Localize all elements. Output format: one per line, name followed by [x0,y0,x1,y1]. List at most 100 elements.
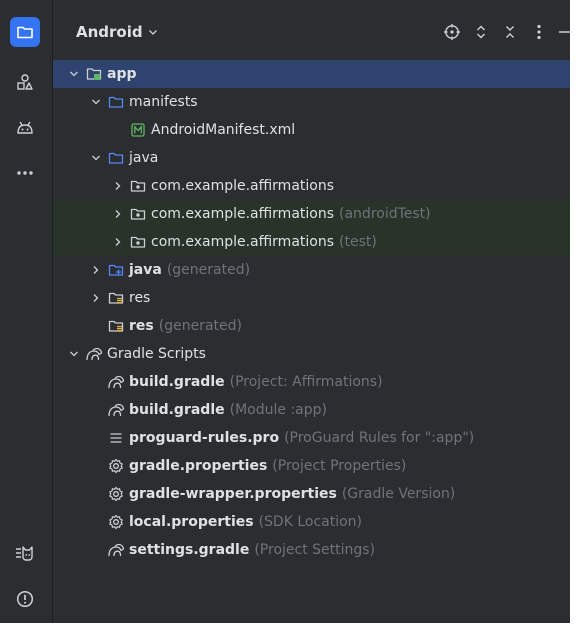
expand-all-icon[interactable] [469,20,493,44]
tree-row[interactable]: res (generated) [53,312,570,340]
logcat-button[interactable] [10,538,40,568]
tree-row[interactable]: settings.gradle (Project Settings) [53,536,570,564]
gradle-icon [107,374,125,390]
tree-item-hint: (androidTest) [339,206,431,222]
package-icon [129,234,147,250]
tree-item-label: gradle.properties [129,458,268,474]
tree-row[interactable]: app [53,60,570,88]
settings-gear-icon [107,486,125,502]
more-tool-windows-button[interactable] [10,158,40,188]
tree-row[interactable]: manifests [53,88,570,116]
tree-item-label: local.properties [129,514,254,530]
settings-gear-icon [107,458,125,474]
gradle-icon [107,542,125,558]
tree-row[interactable]: build.gradle (Module :app) [53,396,570,424]
resource-folder-icon [107,290,125,306]
tree-item-label: com.example.affirmations [151,234,335,250]
chevron-down-icon[interactable] [66,66,82,82]
project-panel: Android app manifests AndroidManifest.xm… [53,0,570,623]
folder-icon [107,150,125,166]
chevron-right-icon[interactable] [88,290,104,306]
tree-row[interactable]: java [53,144,570,172]
tree-row[interactable]: com.example.affirmations (androidTest) [53,200,570,228]
tree-item-label: res [129,290,151,306]
gradle-icon [85,346,103,362]
tree-row[interactable]: build.gradle (Project: Affirmations) [53,368,570,396]
tree-row[interactable]: AndroidManifest.xml [53,116,570,144]
resource-folder-icon [107,318,125,334]
tree-item-hint: (generated) [158,318,242,334]
android-icon [17,121,33,134]
tree-row[interactable]: java (generated) [53,256,570,284]
text-file-icon [107,430,125,446]
tree-item-label: Gradle Scripts [107,346,206,362]
tree-item-hint: (generated) [166,262,251,278]
tree-item-label: com.example.affirmations [151,206,335,222]
view-selector[interactable]: Android [76,23,143,41]
tree-item-hint: (Project Settings) [254,542,376,558]
resource-manager-button[interactable] [10,67,40,97]
tree-item-label: gradle-wrapper.properties [129,486,337,502]
header-tools [435,0,570,64]
module-folder-icon [85,66,103,82]
tool-window-bar [0,0,53,623]
settings-gear-icon [107,514,125,530]
shapes-icon [17,74,33,90]
chevron-down-icon[interactable] [88,94,104,110]
tree-row[interactable]: gradle-wrapper.properties (Gradle Version… [53,480,570,508]
tree-item-hint: (Project Properties) [272,458,407,474]
device-manager-button[interactable] [10,112,40,142]
chevron-down-icon[interactable] [148,28,158,36]
project-tool-button[interactable] [10,17,40,47]
tree-item-hint: (Gradle Version) [341,486,456,502]
generated-source-folder-icon [107,262,125,278]
chevron-down-icon[interactable] [88,150,104,166]
tree-item-label: res [129,318,154,334]
more-icon [17,171,33,175]
tree-item-label: build.gradle [129,374,225,390]
ide-window: Android app manifests AndroidManifest.xm… [0,0,570,623]
tree-row[interactable]: proguard-rules.pro (ProGuard Rules for ":… [53,424,570,452]
tree-item-label: manifests [129,94,198,110]
tree-item-label: java [129,150,159,166]
tree-item-hint: (test) [339,234,377,250]
folder-icon [107,94,125,110]
chevron-right-icon[interactable] [110,178,126,194]
tree-row[interactable]: local.properties (SDK Location) [53,508,570,536]
options-menu-icon[interactable] [527,20,551,44]
tree-item-hint: (SDK Location) [258,514,363,530]
panel-header: Android [53,0,570,64]
tree-item-label: proguard-rules.pro [129,430,280,446]
problems-icon [16,590,34,608]
tree-row[interactable]: res [53,284,570,312]
tree-item-hint: (ProGuard Rules for ":app") [284,430,475,446]
locate-icon[interactable] [440,20,464,44]
chevron-right-icon[interactable] [110,234,126,250]
chevron-right-icon[interactable] [88,262,104,278]
gradle-icon [107,402,125,418]
tree-row[interactable]: com.example.affirmations [53,172,570,200]
tree-item-label: app [107,66,137,82]
chevron-right-icon[interactable] [110,206,126,222]
problems-button[interactable] [10,584,40,614]
tree-row[interactable]: Gradle Scripts [53,340,570,368]
tree-row[interactable]: com.example.affirmations (test) [53,228,570,256]
tree-row[interactable]: gradle.properties (Project Properties) [53,452,570,480]
folder-icon [17,26,33,39]
package-icon [129,178,147,194]
hide-panel-icon[interactable] [556,20,570,44]
project-tree: app manifests AndroidManifest.xml java com.e… [53,60,570,564]
collapse-all-icon[interactable] [498,20,522,44]
chevron-down-icon[interactable] [66,346,82,362]
logcat-icon [16,546,33,561]
tree-item-hint: (Module :app) [229,402,327,418]
tree-item-label: settings.gradle [129,542,250,558]
